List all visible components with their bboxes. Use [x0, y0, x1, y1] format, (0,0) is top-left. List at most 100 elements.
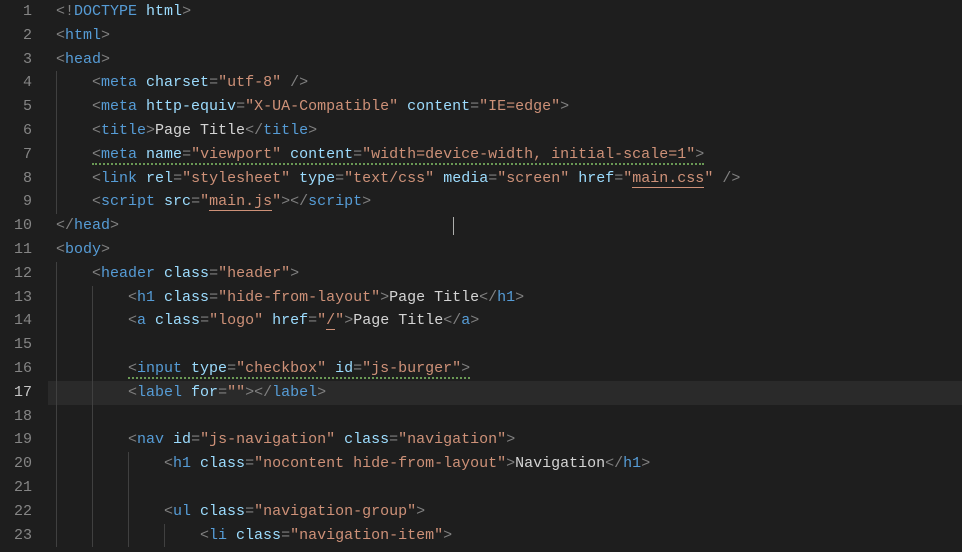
code-line-content: <nav id="js-navigation" class="navigatio… [48, 431, 515, 448]
code-line[interactable]: <head> [48, 48, 962, 72]
indent-guide [92, 500, 93, 524]
code-token: = [209, 265, 218, 282]
line-number-gutter[interactable]: 1234567891011121314151617181920212223 [0, 0, 48, 552]
code-line[interactable]: <a class="logo" href="/">Page Title</a> [48, 309, 962, 333]
indent-guide [128, 524, 129, 548]
line-number[interactable]: 16 [0, 357, 32, 381]
code-line-content: <h1 class="hide-from-layout">Page Title<… [48, 289, 524, 306]
code-line[interactable]: </head> [48, 214, 962, 238]
line-number[interactable]: 2 [0, 24, 32, 48]
code-token: Page Title [155, 122, 245, 139]
code-token: </ [56, 217, 74, 234]
code-token: class [236, 527, 281, 544]
line-number[interactable]: 22 [0, 500, 32, 524]
line-number[interactable]: 4 [0, 71, 32, 95]
code-line[interactable]: <li class="navigation-item"> [48, 524, 962, 548]
line-number[interactable]: 6 [0, 119, 32, 143]
code-line[interactable]: <link rel="stylesheet" type="text/css" m… [48, 167, 962, 191]
code-line[interactable]: <script src="main.js"></script> [48, 190, 962, 214]
line-number[interactable]: 9 [0, 190, 32, 214]
indent-guide [92, 452, 93, 476]
code-token: link [101, 170, 137, 187]
indent-guide [92, 309, 93, 333]
code-line[interactable]: <meta http-equiv="X-UA-Compatible" conte… [48, 95, 962, 119]
indent-guide [92, 381, 93, 405]
code-line[interactable]: <input type="checkbox" id="js-burger"> [48, 357, 962, 381]
code-token: media [443, 170, 488, 187]
code-token: Navigation [515, 455, 605, 472]
line-number[interactable]: 11 [0, 238, 32, 262]
code-token: = [308, 312, 317, 329]
code-line[interactable] [48, 405, 962, 429]
code-token: html [146, 3, 182, 20]
code-token: > [443, 527, 452, 544]
code-token: > [416, 503, 425, 520]
code-line-content: <title>Page Title</title> [48, 122, 317, 139]
indent-guide [56, 286, 57, 310]
line-number[interactable]: 18 [0, 405, 32, 429]
code-line[interactable]: <!DOCTYPE html> [48, 0, 962, 24]
code-line-content: <script src="main.js"></script> [48, 193, 371, 210]
line-number[interactable]: 23 [0, 524, 32, 548]
code-line[interactable]: <meta charset="utf-8" /> [48, 71, 962, 95]
code-token: < [92, 98, 101, 115]
code-token: label [137, 384, 182, 401]
code-token: = [209, 289, 218, 306]
code-line[interactable]: <label for=""></label> [48, 381, 962, 405]
code-line[interactable]: <ul class="navigation-group"> [48, 500, 962, 524]
line-number[interactable]: 17 [0, 381, 32, 405]
indent-guide [164, 524, 165, 548]
code-line-content: <body> [48, 241, 110, 258]
code-token: " [335, 312, 344, 329]
line-number[interactable]: 15 [0, 333, 32, 357]
indent-guide [92, 476, 93, 500]
code-token: " [317, 312, 326, 329]
code-line-content: <meta http-equiv="X-UA-Compatible" conte… [48, 98, 569, 115]
line-number[interactable]: 10 [0, 214, 32, 238]
code-token: = [191, 193, 200, 210]
line-number[interactable]: 5 [0, 95, 32, 119]
code-token: < [128, 384, 137, 401]
indent-guide [56, 190, 57, 214]
line-number[interactable]: 21 [0, 476, 32, 500]
code-token: " [272, 193, 281, 210]
code-line[interactable]: <header class="header"> [48, 262, 962, 286]
code-line[interactable]: <h1 class="nocontent hide-from-layout">N… [48, 452, 962, 476]
code-token [164, 431, 173, 448]
code-token: h1 [497, 289, 515, 306]
code-line[interactable]: <body> [48, 238, 962, 262]
line-number[interactable]: 1 [0, 0, 32, 24]
code-token: meta [101, 98, 137, 115]
code-line[interactable]: <title>Page Title</title> [48, 119, 962, 143]
code-token: script [308, 193, 362, 210]
code-token: href [578, 170, 614, 187]
indent-guide [128, 476, 129, 500]
code-line[interactable]: <h1 class="hide-from-layout">Page Title<… [48, 286, 962, 310]
line-number[interactable]: 8 [0, 167, 32, 191]
line-number[interactable]: 7 [0, 143, 32, 167]
code-token: = [218, 384, 227, 401]
code-line[interactable] [48, 476, 962, 500]
code-token: </ [479, 289, 497, 306]
code-line[interactable]: <meta name="viewport" content="width=dev… [48, 143, 962, 167]
code-token: = [281, 527, 290, 544]
indent-guide [56, 405, 57, 429]
code-line[interactable] [48, 333, 962, 357]
code-token: < [128, 360, 137, 377]
line-number[interactable]: 13 [0, 286, 32, 310]
code-token: "screen" [497, 170, 569, 187]
code-editor-area[interactable]: <!DOCTYPE html><html><head><meta charset… [48, 0, 962, 552]
line-number[interactable]: 20 [0, 452, 32, 476]
line-number[interactable]: 3 [0, 48, 32, 72]
code-token: "logo" [209, 312, 263, 329]
code-line[interactable]: <nav id="js-navigation" class="navigatio… [48, 428, 962, 452]
line-number[interactable]: 12 [0, 262, 32, 286]
code-token: = [353, 360, 362, 377]
code-token [569, 170, 578, 187]
code-token: ul [173, 503, 191, 520]
code-token: > [344, 312, 353, 329]
line-number[interactable]: 14 [0, 309, 32, 333]
code-token: = [227, 360, 236, 377]
code-line[interactable]: <html> [48, 24, 962, 48]
line-number[interactable]: 19 [0, 428, 32, 452]
